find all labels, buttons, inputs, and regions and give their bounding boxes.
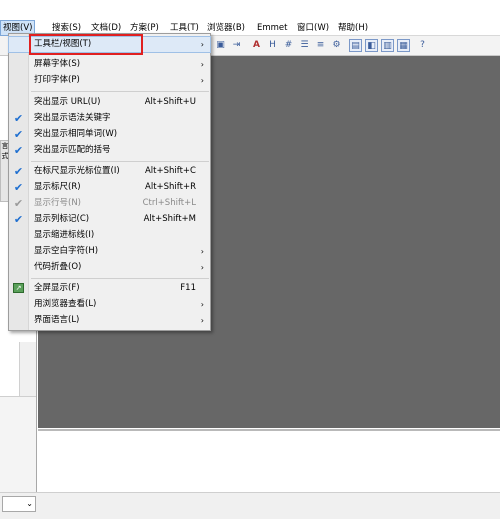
menu-browser[interactable]: 浏览器(B) <box>205 21 247 35</box>
help-icon[interactable]: ? <box>416 39 429 52</box>
menu-bar: 视图(V) 搜索(S) 文档(D) 方案(P) 工具(T) 浏览器(B) Emm… <box>0 0 500 36</box>
menu-item-shortcut: Alt+Shift+C <box>144 166 196 176</box>
panel-selector[interactable]: ⌄ <box>2 496 36 512</box>
menu-item-whitespace[interactable]: 显示空白字符(H) › <box>9 244 210 259</box>
menu-item-column-marker[interactable]: ✔ 显示列标记(C) Alt+Shift+M <box>9 212 210 227</box>
menu-item-shortcut: Ctrl+Shift+L <box>142 198 196 208</box>
menu-item-interface-language[interactable]: 界面语言(L) › <box>9 313 210 328</box>
menu-item-label: 全屏显示(F) <box>34 283 80 293</box>
split-view-icon[interactable]: ◧ <box>365 39 378 52</box>
menu-item-label: 突出显示相同单词(W) <box>34 129 118 139</box>
menu-emmet[interactable]: Emmet <box>255 21 290 35</box>
list-icon[interactable]: ☰ <box>298 39 311 52</box>
menu-item-label: 用浏览器查看(L) <box>34 299 97 309</box>
checkmark-icon: ✔ <box>13 128 24 141</box>
status-bar: ⌄ <box>0 492 500 519</box>
panel-icon[interactable]: ▥ <box>381 39 394 52</box>
menu-item-label: 突出显示语法关键字 <box>34 113 111 123</box>
submenu-arrow-icon: › <box>200 40 204 49</box>
checkmark-icon: ✔ <box>13 197 24 210</box>
window-icon[interactable]: ▤ <box>349 39 362 52</box>
chevron-down-icon: ⌄ <box>26 499 33 508</box>
format-icon[interactable]: ≡ <box>314 39 327 52</box>
menu-item-code-folding[interactable]: 代码折叠(O) › <box>9 260 210 275</box>
menu-separator <box>31 161 209 162</box>
paste-icon[interactable]: ▣ <box>214 39 227 52</box>
submenu-arrow-icon: › <box>200 247 204 256</box>
submenu-arrow-icon: › <box>200 263 204 272</box>
checkmark-icon: ✔ <box>13 213 24 226</box>
menu-item-label: 打印字体(P) <box>34 75 80 85</box>
menu-item-label: 代码折叠(O) <box>34 262 82 272</box>
preview-icon[interactable]: ▦ <box>397 39 410 52</box>
menu-item-indent-guides[interactable]: 显示缩进标线(I) <box>9 228 210 243</box>
menu-item-ruler-cursor[interactable]: ✔ 在标尺显示光标位置(I) Alt+Shift+C <box>9 164 210 179</box>
menu-item-screen-font[interactable]: 屏幕字体(S) › <box>9 57 210 72</box>
submenu-arrow-icon: › <box>200 316 204 325</box>
menu-item-highlight-brackets[interactable]: ✔ 突出显示匹配的括号 <box>9 143 210 158</box>
menu-item-shortcut: F11 <box>180 283 196 293</box>
menu-help[interactable]: 帮助(H) <box>336 21 370 35</box>
menu-item-label: 屏幕字体(S) <box>34 59 81 69</box>
indent-icon[interactable]: ⇥ <box>230 39 243 52</box>
menu-item-label: 在标尺显示光标位置(I) <box>34 166 120 176</box>
menu-separator <box>31 278 209 279</box>
checkmark-icon: ✔ <box>13 144 24 157</box>
menu-item-show-line-numbers[interactable]: ✔ 显示行号(N) Ctrl+Shift+L <box>9 196 210 211</box>
menu-item-label: 突出显示匹配的括号 <box>34 145 111 155</box>
menu-item-shortcut: Alt+Shift+U <box>144 97 196 107</box>
font-icon[interactable]: A <box>250 39 263 52</box>
heading-icon[interactable]: H <box>266 39 279 52</box>
menu-item-label: 显示行号(N) <box>34 198 81 208</box>
menu-item-shortcut: Alt+Shift+M <box>143 214 196 224</box>
menu-window[interactable]: 窗口(W) <box>295 21 331 35</box>
highlight-box <box>29 34 143 55</box>
left-panel-lower <box>0 396 36 501</box>
menu-item-label: 显示列标记(C) <box>34 214 90 224</box>
gear-icon[interactable]: ⚙ <box>330 39 343 52</box>
fullscreen-icon: ↗ <box>13 283 24 293</box>
menu-item-shortcut: Alt+Shift+R <box>145 182 196 192</box>
checkmark-icon: ✔ <box>13 181 24 194</box>
submenu-arrow-icon: › <box>200 300 204 309</box>
hash-icon[interactable]: # <box>282 39 295 52</box>
menu-item-label: 显示缩进标线(I) <box>34 230 95 240</box>
submenu-arrow-icon: › <box>200 60 204 69</box>
menu-item-show-ruler[interactable]: ✔ 显示标尺(R) Alt+Shift+R <box>9 180 210 195</box>
menu-item-highlight-keywords[interactable]: ✔ 突出显示语法关键字 <box>9 111 210 126</box>
output-pane[interactable] <box>38 429 500 492</box>
menu-item-fullscreen[interactable]: ↗ 全屏显示(F) F11 <box>9 281 210 296</box>
menu-item-print-font[interactable]: 打印字体(P) › <box>9 73 210 88</box>
menu-separator <box>31 91 209 92</box>
menu-item-label: 突出显示 URL(U) <box>34 97 101 107</box>
menu-item-label: 界面语言(L) <box>34 315 80 325</box>
menu-item-highlight-url[interactable]: 突出显示 URL(U) Alt+Shift+U <box>9 95 210 110</box>
menu-item-view-in-browser[interactable]: 用浏览器查看(L) › <box>9 297 210 312</box>
menu-item-highlight-same-words[interactable]: ✔ 突出显示相同单词(W) <box>9 127 210 142</box>
view-menu-dropdown: 工具栏/视图(T) › 屏幕字体(S) › 打印字体(P) › 突出显示 URL… <box>8 33 211 331</box>
checkmark-icon: ✔ <box>13 165 24 178</box>
submenu-arrow-icon: › <box>200 76 204 85</box>
menu-item-label: 显示空白字符(H) <box>34 246 99 256</box>
checkmark-icon: ✔ <box>13 112 24 125</box>
menu-item-label: 显示标尺(R) <box>34 182 81 192</box>
